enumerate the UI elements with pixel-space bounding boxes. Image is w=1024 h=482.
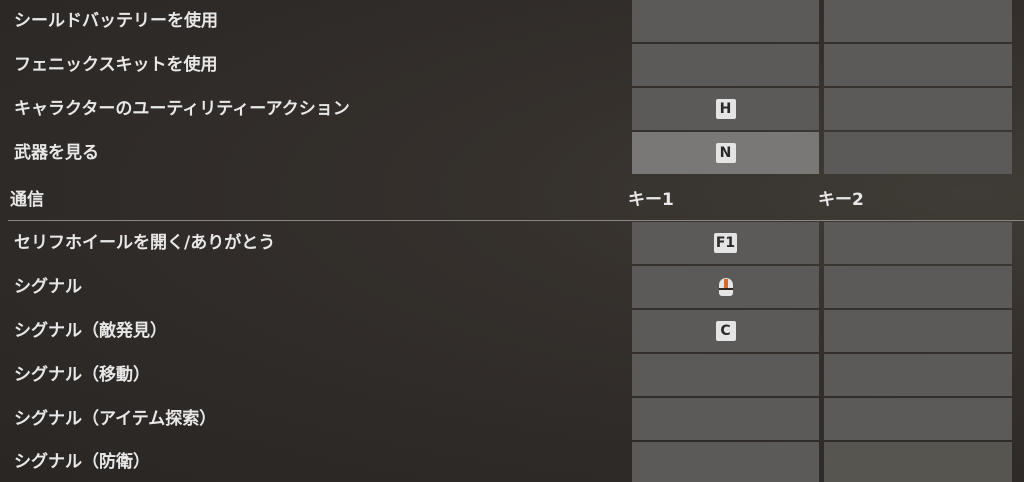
key2-slot[interactable] [824, 442, 1012, 482]
binding-label: シグナル（アイテム探索） [14, 409, 217, 429]
key1-slot[interactable] [632, 44, 819, 86]
column-header-key2: キー2 [818, 190, 864, 210]
section-divider [8, 220, 1024, 221]
column-header-key1: キー1 [628, 190, 674, 210]
key1-slot[interactable]: C [632, 310, 819, 352]
binding-row-ping: シグナル [0, 266, 1024, 308]
section-title: 通信 [10, 190, 44, 210]
binding-label: シグナル（敵発見） [14, 321, 167, 341]
binding-row-ping-enemy: シグナル（敵発見） C [0, 310, 1024, 352]
key2-slot[interactable] [824, 310, 1012, 352]
binding-row-ping-move: シグナル（移動） [0, 354, 1024, 396]
key2-slot[interactable] [824, 398, 1012, 440]
key1-slot[interactable]: F1 [632, 222, 819, 264]
keycap: H [715, 99, 736, 119]
key1-slot[interactable]: H [632, 88, 819, 130]
binding-label: 武器を見る [14, 143, 99, 163]
keycap: N [715, 143, 736, 163]
key2-slot[interactable] [824, 222, 1012, 264]
key2-slot[interactable] [824, 354, 1012, 396]
keycap: C [715, 321, 736, 341]
binding-label: キャラクターのユーティリティーアクション [14, 99, 350, 119]
binding-row-utility-action: キャラクターのユーティリティーアクション H [0, 88, 1024, 130]
key1-slot[interactable] [632, 0, 819, 42]
binding-row-ping-defend: シグナル（防衛） [0, 442, 1024, 482]
binding-label: シグナル（防衛） [14, 452, 150, 472]
section-header-communication: 通信 キー1 キー2 [0, 180, 1024, 220]
binding-label: セリフホイールを開く/ありがとう [14, 233, 276, 253]
binding-row-ping-loot: シグナル（アイテム探索） [0, 398, 1024, 440]
binding-row-phoenix-kit: フェニックスキットを使用 [0, 44, 1024, 86]
key1-slot[interactable] [632, 398, 819, 440]
key1-slot[interactable] [632, 266, 819, 308]
binding-row-shield-battery: シールドバッテリーを使用 [0, 0, 1024, 42]
key1-slot[interactable] [632, 354, 819, 396]
binding-label: フェニックスキットを使用 [14, 55, 218, 75]
key2-slot[interactable] [824, 132, 1012, 174]
binding-label: シールドバッテリーを使用 [14, 11, 218, 31]
keycap: F1 [713, 233, 738, 253]
key2-slot[interactable] [824, 44, 1012, 86]
mouse-middle-button-icon [716, 277, 736, 297]
binding-label: シグナル（移動） [14, 365, 150, 385]
key1-slot[interactable] [632, 442, 819, 482]
binding-row-quip-wheel: セリフホイールを開く/ありがとう F1 [0, 222, 1024, 264]
key2-slot[interactable] [824, 266, 1012, 308]
binding-label: シグナル [14, 277, 82, 297]
key2-slot[interactable] [824, 88, 1012, 130]
key1-slot[interactable]: N [632, 132, 819, 174]
key2-slot[interactable] [824, 0, 1012, 42]
binding-row-inspect-weapon: 武器を見る N [0, 132, 1024, 174]
